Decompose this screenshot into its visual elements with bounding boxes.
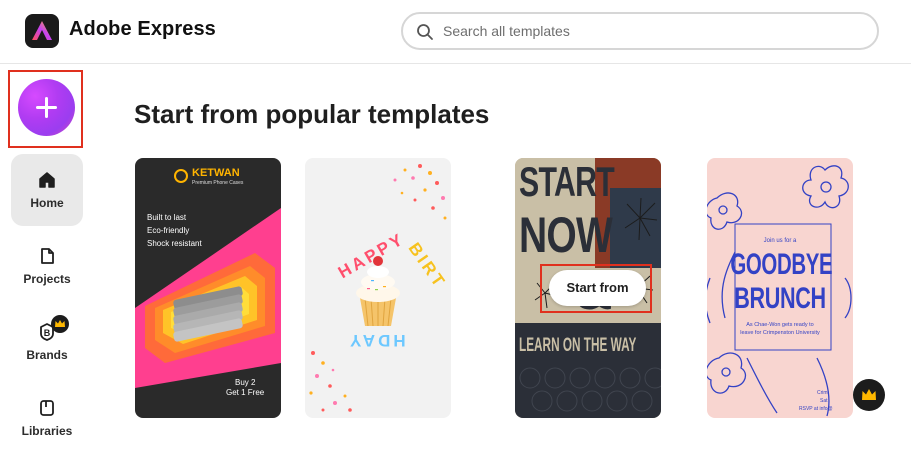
feature-line: Eco-friendly xyxy=(147,226,190,235)
search-bar[interactable] xyxy=(401,12,879,50)
sidebar-item-home[interactable]: Home xyxy=(11,154,83,226)
search-input[interactable] xyxy=(443,21,863,41)
sidebar-item-projects[interactable]: Projects xyxy=(11,230,83,302)
library-icon xyxy=(40,400,54,416)
birthday-bottom-word: HDAY xyxy=(347,331,406,350)
template-card-birthday[interactable]: HAPPY BIRT HDAY xyxy=(305,158,451,418)
poster-line: START xyxy=(519,158,615,205)
app-name: Adobe Express xyxy=(69,18,216,40)
sidebar-item-label: Projects xyxy=(23,272,71,286)
sidebar-item-label: Brands xyxy=(26,348,68,362)
sidebar-item-label: Libraries xyxy=(21,424,73,438)
sidebar-item-label: Home xyxy=(30,196,64,210)
brand-name: KETWAN xyxy=(192,167,240,179)
create-button[interactable] xyxy=(18,79,75,136)
document-icon xyxy=(41,248,54,264)
invite-title: GOODBYE xyxy=(730,248,833,281)
poster-line: LEARN ON THE WAY xyxy=(519,335,637,356)
feature-line: Shock resistant xyxy=(147,239,202,248)
sidebar: Home Projects B Brands Libraries xyxy=(0,64,94,454)
invite-title: BRUNCH xyxy=(734,282,826,315)
sidebar-item-brands[interactable]: B Brands xyxy=(11,306,83,378)
crown-icon xyxy=(853,379,885,411)
brand-subtitle: Premium Phone Cases xyxy=(192,180,244,186)
crown-icon xyxy=(51,315,69,333)
feature-line: Built to last xyxy=(147,213,187,222)
create-highlight xyxy=(8,70,83,148)
offer-line: Buy 2 xyxy=(235,378,256,387)
invite-footer: Crim xyxy=(817,390,828,396)
invite-footer: Sat xyxy=(820,398,828,404)
home-icon xyxy=(39,172,55,188)
template-card-phone-cases[interactable]: KETWAN Premium Phone Cases Built to last… xyxy=(135,158,281,418)
invite-footer: RSVP at info@ xyxy=(799,406,833,412)
offer-line: Get 1 Free xyxy=(226,388,265,397)
sidebar-item-libraries[interactable]: Libraries xyxy=(11,382,83,454)
adobe-express-logo[interactable] xyxy=(25,14,59,48)
svg-text:B: B xyxy=(44,328,51,338)
template-card-goodbye-brunch[interactable]: Join us for a GOODBYE BRUNCH As Chae-Won… xyxy=(707,158,853,418)
page-title: Start from popular templates xyxy=(134,99,490,129)
invite-body: As Chae-Won gets ready to xyxy=(746,322,814,328)
top-bar: Adobe Express xyxy=(0,0,911,64)
start-from-button[interactable]: Start from xyxy=(549,270,646,306)
search-icon xyxy=(417,24,433,40)
invite-kicker: Join us for a xyxy=(763,238,797,244)
poster-line: NOW xyxy=(519,207,613,263)
invite-body: leave for Crimpenston University xyxy=(740,330,820,336)
